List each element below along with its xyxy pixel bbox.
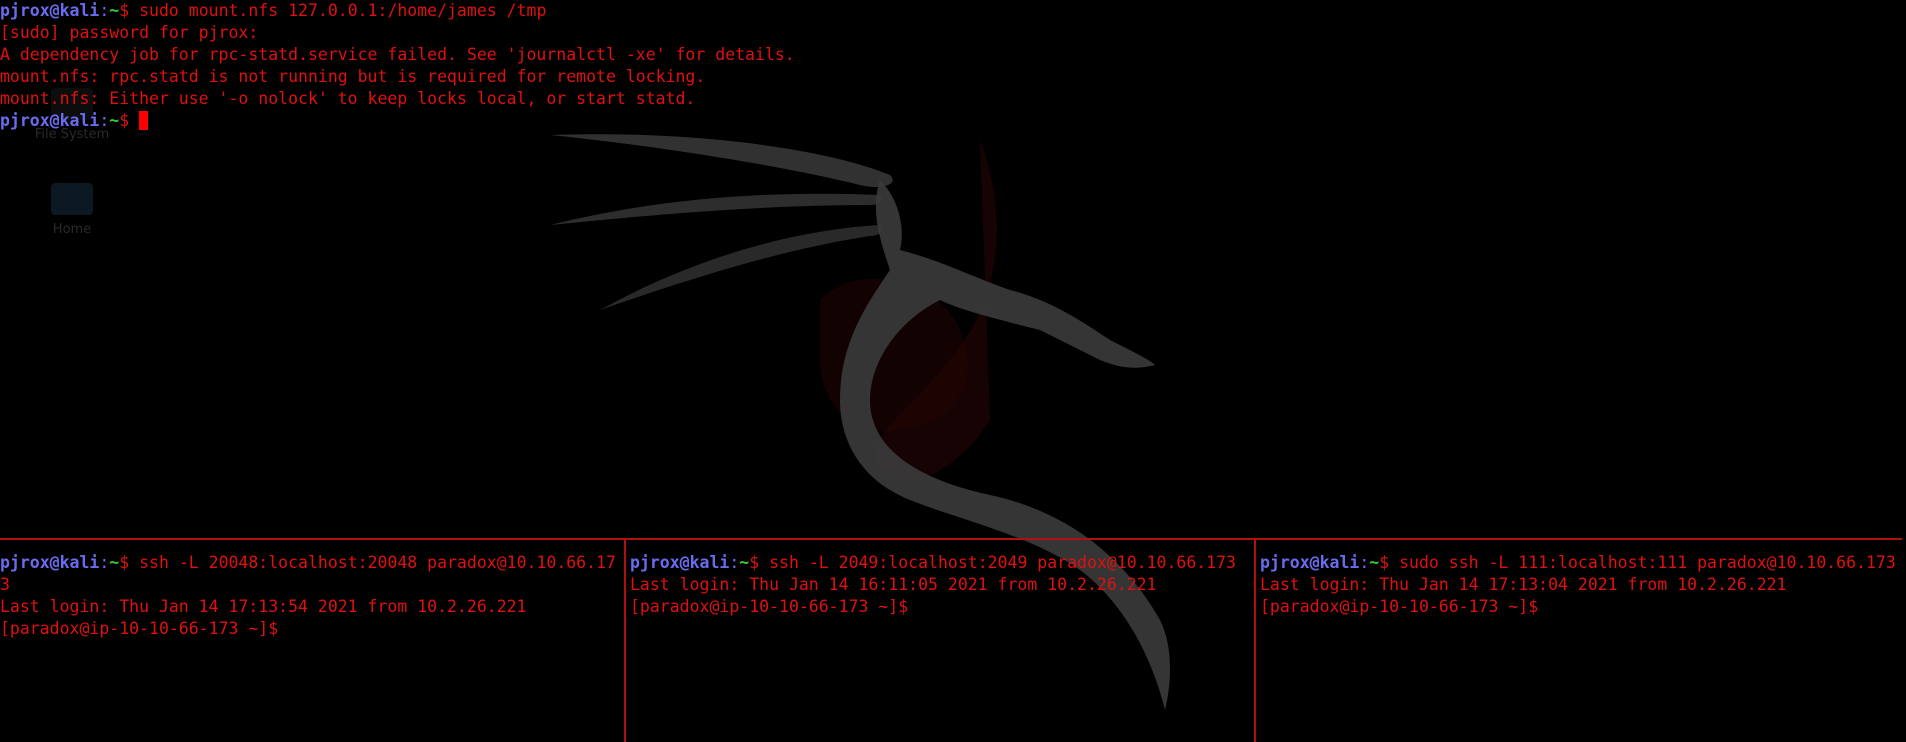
prompt-path: ~ <box>109 553 120 572</box>
prompt-path: ~ <box>739 553 750 572</box>
active-prompt-line[interactable]: pjrox@kali:~$ <box>0 110 1906 132</box>
output-line: mount.nfs: rpc.statd is not running but … <box>0 67 706 86</box>
prompt-user: pjrox@kali <box>0 553 100 572</box>
command-line: pjrox@kali:~$ ssh -L 2049:localhost:2049… <box>630 552 1252 574</box>
prompt-symbol: $ <box>119 1 140 20</box>
prompt-path: ~ <box>109 1 120 20</box>
prompt-symbol: $ <box>1379 553 1400 572</box>
output-line: [sudo] password for pjrox: <box>0 23 259 42</box>
command-line: pjrox@kali:~$ sudo ssh -L 111:localhost:… <box>1260 552 1906 574</box>
pane-divider-horizontal[interactable] <box>0 538 1902 540</box>
remote-prompt: [paradox@ip-10-10-66-173 ~]$ <box>0 619 279 638</box>
remote-prompt: [paradox@ip-10-10-66-173 ~]$ <box>630 597 909 616</box>
terminal-pane-bottom-3[interactable]: pjrox@kali:~$ sudo ssh -L 111:localhost:… <box>1260 552 1906 742</box>
screen: File System Home pjrox@kali:~$ sudo moun… <box>0 0 1906 742</box>
prompt-user: pjrox@kali <box>1260 553 1360 572</box>
command-text: ssh -L 2049:localhost:2049 paradox@10.10… <box>769 553 1236 572</box>
prompt-path: ~ <box>109 111 120 130</box>
prompt-separator: : <box>99 1 110 20</box>
prompt-symbol: $ <box>119 111 140 130</box>
prompt-symbol: $ <box>119 553 140 572</box>
prompt-separator: : <box>729 553 740 572</box>
pane-divider-vertical[interactable] <box>1254 538 1256 742</box>
prompt-path: ~ <box>1369 553 1380 572</box>
prompt-symbol: $ <box>749 553 770 572</box>
terminal-pane-bottom-1[interactable]: pjrox@kali:~$ ssh -L 20048:localhost:200… <box>0 552 622 742</box>
prompt-separator: : <box>1359 553 1370 572</box>
terminal-pane-bottom-2[interactable]: pjrox@kali:~$ ssh -L 2049:localhost:2049… <box>630 552 1252 742</box>
prompt-user: pjrox@kali <box>0 1 100 20</box>
command-line: pjrox@kali:~$ sudo mount.nfs 127.0.0.1:/… <box>0 0 1906 22</box>
text-cursor <box>139 111 149 130</box>
terminal-pane-top[interactable]: pjrox@kali:~$ sudo mount.nfs 127.0.0.1:/… <box>0 0 1906 538</box>
output-line: A dependency job for rpc-statd.service f… <box>0 45 795 64</box>
prompt-separator: : <box>99 553 110 572</box>
last-login-line: Last login: Thu Jan 14 17:13:54 2021 fro… <box>0 597 527 616</box>
last-login-line: Last login: Thu Jan 14 17:13:04 2021 fro… <box>1260 575 1787 594</box>
command-text: sudo ssh -L 111:localhost:111 paradox@10… <box>1399 553 1896 572</box>
output-line: mount.nfs: Either use '-o nolock' to kee… <box>0 89 696 108</box>
prompt-separator: : <box>99 111 110 130</box>
command-text: sudo mount.nfs 127.0.0.1:/home/james /tm… <box>139 1 547 20</box>
last-login-line: Last login: Thu Jan 14 16:11:05 2021 fro… <box>630 575 1157 594</box>
prompt-user: pjrox@kali <box>630 553 730 572</box>
command-line: pjrox@kali:~$ ssh -L 20048:localhost:200… <box>0 552 622 596</box>
remote-prompt: [paradox@ip-10-10-66-173 ~]$ <box>1260 597 1539 616</box>
pane-divider-vertical[interactable] <box>624 538 626 742</box>
prompt-user: pjrox@kali <box>0 111 100 130</box>
